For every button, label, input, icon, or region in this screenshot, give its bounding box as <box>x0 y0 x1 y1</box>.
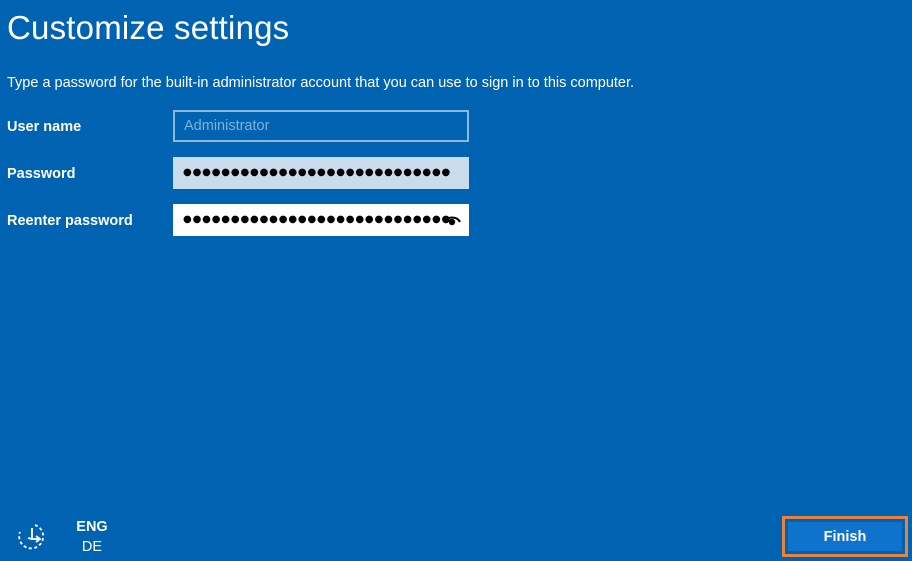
password-field[interactable]: ●●●●●●●●●●●●●●●●●●●●●●●●●●●● <box>173 157 469 189</box>
reenter-password-field[interactable]: ●●●●●●●●●●●●●●●●●●●●●●●●●●●● <box>173 204 469 236</box>
language-indicator[interactable]: ENG DE <box>72 517 112 557</box>
instructions-text: Type a password for the built-in adminis… <box>7 75 635 91</box>
finish-button[interactable]: Finish <box>788 522 902 551</box>
finish-button-highlight: Finish <box>782 516 908 557</box>
password-label: Password <box>7 166 76 182</box>
reenter-password-label: Reenter password <box>7 213 133 229</box>
username-label: User name <box>7 119 82 135</box>
username-input[interactable] <box>175 112 467 140</box>
reenter-password-masked-value: ●●●●●●●●●●●●●●●●●●●●●●●●●●●● <box>183 214 452 225</box>
ease-of-access-icon[interactable] <box>14 522 50 552</box>
eye-icon[interactable] <box>443 213 461 227</box>
password-masked-value: ●●●●●●●●●●●●●●●●●●●●●●●●●●●● <box>183 167 452 178</box>
page-title: Customize settings <box>7 9 290 46</box>
language-secondary: DE <box>81 539 103 555</box>
username-field[interactable] <box>173 110 469 142</box>
language-primary: ENG <box>76 519 108 535</box>
